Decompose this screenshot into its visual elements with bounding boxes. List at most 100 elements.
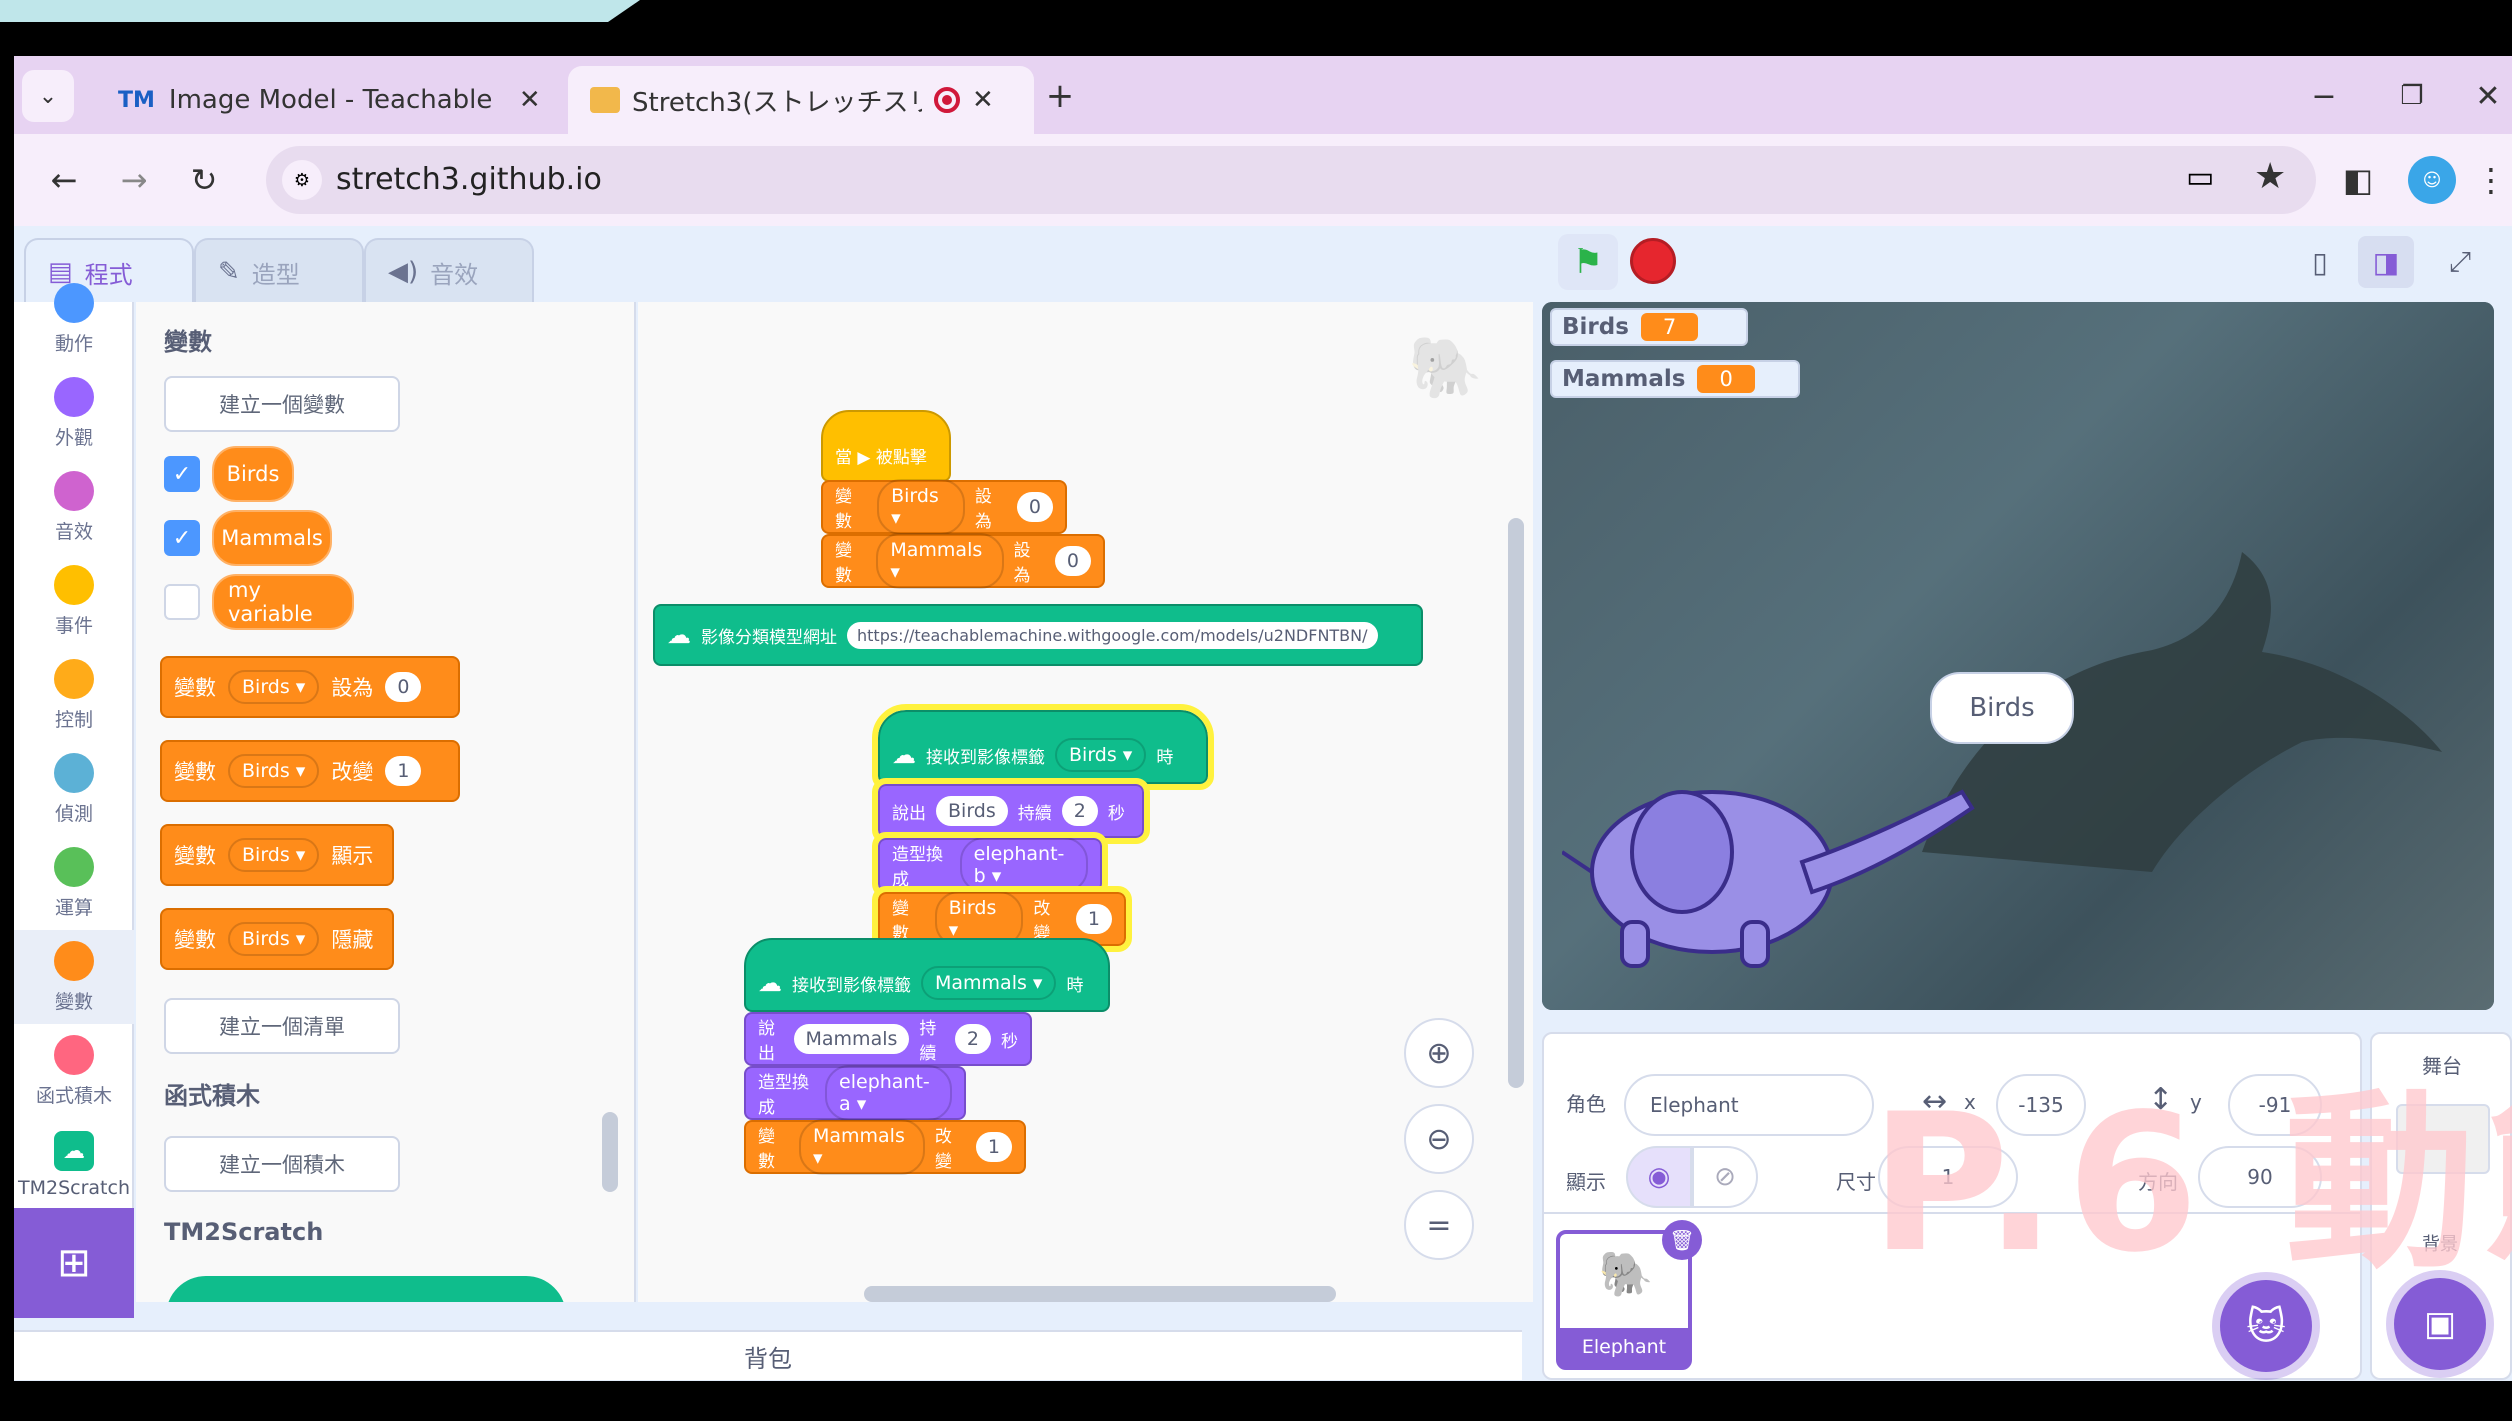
browser-tab-teachable[interactable]: TM Image Model - Teachable Ma ✕ (94, 66, 564, 134)
small-stage-icon[interactable]: ▯ (2292, 236, 2348, 288)
make-variable-button[interactable]: 建立一個變數 (164, 376, 400, 432)
switch-costume-b-block[interactable]: 造型換成 elephant-b ▾ (872, 832, 1108, 898)
change-mammals-block[interactable]: 變數 Mammals ▾ 改變 1 (744, 1119, 1026, 1175)
omnibox[interactable]: ⚙ stretch3.github.io ▭ ★ (266, 146, 2316, 214)
workspace-hscrollbar[interactable] (864, 1286, 1336, 1302)
close-tab-icon[interactable]: ✕ (972, 85, 994, 115)
category-tm2scratch[interactable]: ☁ TM2Scratch (14, 1118, 134, 1212)
side-panel-icon[interactable]: ◧ (2332, 154, 2384, 206)
when-label-mammals-block[interactable]: ☁ 接收到影像標籤 Mammals ▾ 時 (744, 938, 1110, 1012)
variable-checkbox-birds[interactable]: ✓ (164, 456, 200, 492)
show-visible-button[interactable]: ◉ (1626, 1146, 1692, 1208)
variable-reporter-my-variable[interactable]: my variable (212, 574, 354, 630)
variable-dropdown[interactable]: Birds ▾ (228, 838, 320, 872)
variable-dropdown[interactable]: Mammals ▾ (876, 533, 1004, 589)
make-list-button[interactable]: 建立一個清單 (164, 998, 400, 1054)
variable-reporter-mammals[interactable]: Mammals (212, 510, 332, 566)
variable-dropdown[interactable]: Birds ▾ (228, 922, 320, 956)
say-birds-block[interactable]: 說出 Birds 持續 2 秒 (872, 778, 1150, 844)
costume-dropdown[interactable]: elephant-b ▾ (959, 837, 1088, 893)
green-flag-button[interactable]: ⚑ (1558, 234, 1618, 290)
make-block-button[interactable]: 建立一個積木 (164, 1136, 400, 1192)
zoom-out-button[interactable]: ⊖ (1404, 1104, 1474, 1174)
delete-sprite-button[interactable]: 🗑 (1662, 1220, 1702, 1260)
label-dropdown[interactable]: Birds ▾ (1055, 738, 1147, 772)
seconds-input[interactable]: 2 (954, 1024, 991, 1054)
model-url-input[interactable]: https://teachablemachine.withgoogle.com/… (847, 621, 1378, 649)
close-tab-icon[interactable]: ✕ (519, 85, 541, 115)
set-mammals-block[interactable]: 變數 Mammals ▾ 設為 0 (821, 533, 1105, 589)
when-label-birds-block[interactable]: ☁ 接收到影像標籤 Birds ▾ 時 (872, 704, 1214, 790)
tab-sounds[interactable]: ◀) 音效 (364, 238, 534, 304)
variable-dropdown[interactable]: Birds ▾ (228, 754, 320, 788)
large-stage-icon[interactable]: ◨ (2358, 236, 2414, 288)
category-myblocks[interactable]: 函式積木 (14, 1024, 134, 1118)
tab-search-icon[interactable]: ⌄ (22, 70, 74, 122)
category-sound[interactable]: 音效 (14, 460, 134, 554)
variable-dropdown[interactable]: Birds ▾ (228, 670, 320, 704)
palette-scrollbar[interactable] (602, 1112, 618, 1192)
value-input[interactable]: 0 (385, 672, 422, 702)
zoom-reset-button[interactable]: = (1404, 1190, 1474, 1260)
set-birds-block[interactable]: 變數 Birds ▾ 設為 0 (821, 479, 1067, 535)
say-text-input[interactable]: Mammals (793, 1024, 910, 1054)
backpack-bar[interactable]: 背包 (14, 1330, 1522, 1380)
label-dropdown[interactable]: Mammals ▾ (921, 966, 1057, 1000)
site-settings-icon[interactable]: ⚙ (282, 160, 322, 200)
elephant-sprite[interactable] (1560, 752, 1982, 972)
tm2scratch-hat-block[interactable] (166, 1276, 566, 1302)
model-url-block[interactable]: ☁ 影像分類模型網址 https://teachablemachine.with… (653, 604, 1423, 666)
category-control[interactable]: 控制 (14, 648, 134, 742)
zoom-in-button[interactable]: ⊕ (1404, 1018, 1474, 1088)
when-flag-clicked-block[interactable]: 當 ▶ 被點擊 (821, 410, 951, 482)
value-input[interactable]: 1 (385, 756, 422, 786)
show-variable-block[interactable]: 變數 Birds ▾ 顯示 (160, 824, 394, 886)
value-input[interactable]: 0 (1016, 492, 1053, 522)
sprite-thumbnail-selected[interactable]: 🐘 Elephant 🗑 (1556, 1220, 1702, 1370)
stage-canvas[interactable]: Birds 7 Mammals 0 Birds (1542, 302, 2494, 1010)
stop-button[interactable] (1630, 238, 1676, 284)
category-operators[interactable]: 運算 (14, 836, 134, 930)
category-motion[interactable]: 動作 (14, 272, 134, 366)
new-tab-icon[interactable]: + (1034, 70, 1086, 122)
seconds-input[interactable]: 2 (1061, 796, 1098, 826)
value-input[interactable]: 0 (1054, 546, 1091, 576)
say-mammals-block[interactable]: 說出 Mammals 持續 2 秒 (744, 1012, 1032, 1066)
variable-reporter-birds[interactable]: Birds (212, 446, 294, 502)
restore-icon[interactable]: ❐ (2382, 70, 2442, 122)
category-variables[interactable]: 變數 (14, 930, 134, 1024)
browser-menu-icon[interactable]: ⋮ (2475, 154, 2507, 206)
switch-costume-a-block[interactable]: 造型換成 elephant-a ▾ (744, 1065, 966, 1121)
browser-tab-stretch3[interactable]: Stretch3(ストレッチスリー ✕ (568, 66, 1034, 134)
minimize-icon[interactable]: − (2294, 70, 2354, 122)
variable-dropdown[interactable]: Mammals ▾ (798, 1119, 925, 1175)
hide-variable-block[interactable]: 變數 Birds ▾ 隱藏 (160, 908, 394, 970)
reload-icon[interactable]: ↻ (176, 152, 232, 208)
variable-checkbox-my-variable[interactable] (164, 584, 200, 620)
camera-icon[interactable]: ▭ (2186, 160, 2214, 195)
category-events[interactable]: 事件 (14, 554, 134, 648)
birds-monitor[interactable]: Birds 7 (1550, 308, 1748, 346)
change-variable-block[interactable]: 變數 Birds ▾ 改變 1 (160, 740, 460, 802)
bookmark-star-icon[interactable]: ★ (2254, 156, 2286, 197)
mammals-monitor[interactable]: Mammals 0 (1550, 360, 1800, 398)
fullscreen-icon[interactable]: ⤢ (2432, 236, 2488, 288)
category-looks[interactable]: 外觀 (14, 366, 134, 460)
category-sensing[interactable]: 偵測 (14, 742, 134, 836)
back-icon[interactable]: ← (36, 152, 92, 208)
value-input[interactable]: 1 (1075, 904, 1112, 934)
variable-dropdown[interactable]: Birds ▾ (877, 479, 965, 535)
profile-avatar[interactable]: ☺ (2408, 156, 2456, 204)
forward-icon[interactable]: → (106, 152, 162, 208)
tab-costumes[interactable]: ✎ 造型 (194, 238, 364, 304)
variable-checkbox-mammals[interactable]: ✓ (164, 520, 200, 556)
set-variable-block[interactable]: 變數 Birds ▾ 設為 0 (160, 656, 460, 718)
value-input[interactable]: 1 (975, 1132, 1012, 1162)
say-text-input[interactable]: Birds (936, 796, 1008, 826)
show-hidden-button[interactable]: ⊘ (1692, 1146, 1758, 1208)
workspace-vscrollbar[interactable] (1508, 518, 1524, 1088)
costume-dropdown[interactable]: elephant-a ▾ (825, 1065, 952, 1121)
add-extension-button[interactable]: ⊞ (14, 1208, 134, 1318)
sprite-name-input[interactable]: Elephant (1624, 1074, 1874, 1136)
close-window-icon[interactable]: ✕ (2464, 70, 2512, 122)
